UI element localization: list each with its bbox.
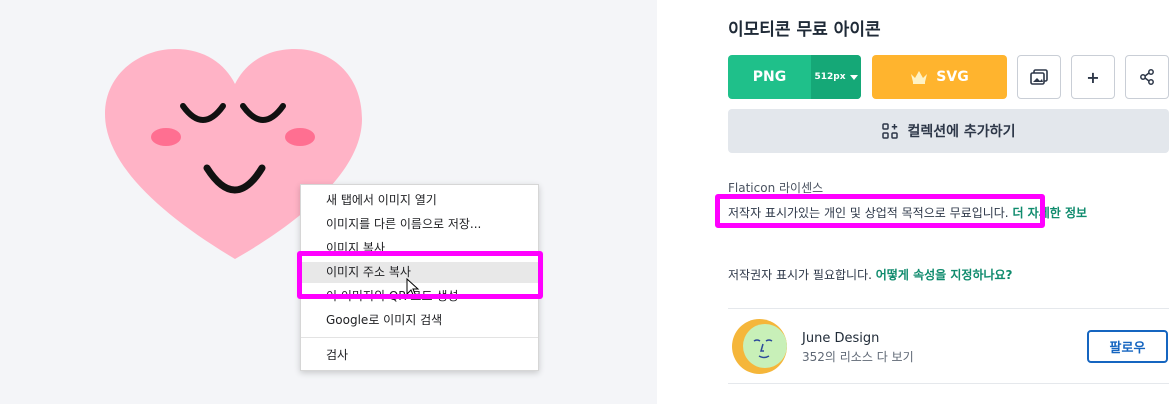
png-size-dropdown[interactable]: 512px [811, 55, 861, 99]
menu-item-open-image-new-tab[interactable]: 새 탭에서 이미지 열기 [301, 190, 538, 211]
menu-separator [301, 337, 538, 338]
follow-button[interactable]: 팔로우 [1087, 330, 1168, 363]
divider-bottom [728, 383, 1169, 384]
divider-top [728, 308, 1169, 309]
plus-icon: + [1086, 67, 1100, 87]
right-cheek [285, 128, 315, 146]
svg-download-button[interactable]: SVG [872, 55, 1007, 99]
png-size-label: 512px [814, 72, 846, 82]
highlight-box-license [715, 194, 1045, 228]
attribution-how-link[interactable]: 어떻게 속성을 지정하나요? [876, 268, 1013, 282]
share-icon [1140, 69, 1154, 85]
svg-label: SVG [936, 69, 969, 85]
attribution-notice: 저작권자 표시가 필요합니다. 어떻게 속성을 지정하나요? [728, 266, 1013, 283]
attribution-text: 저작권자 표시가 필요합니다. [728, 268, 872, 282]
page-title: 이모티콘 무료 아이콘 [728, 20, 881, 40]
author-avatar[interactable] [732, 319, 787, 374]
menu-item-search-google[interactable]: Google로 이미지 검색 [301, 310, 538, 331]
add-to-collection-button[interactable]: 컬렉션에 추가하기 [728, 109, 1169, 153]
png-label: PNG [752, 69, 787, 85]
collection-add-icon [881, 123, 898, 139]
menu-item-save-image-as[interactable]: 이미지를 다른 이름으로 저장... [301, 214, 538, 235]
left-cheek [151, 128, 181, 146]
menu-item-inspect[interactable]: 검사 [301, 345, 538, 366]
author-name[interactable]: June Design [802, 331, 879, 346]
add-button[interactable]: + [1071, 55, 1115, 99]
share-button[interactable] [1125, 55, 1169, 99]
chevron-down-icon [849, 74, 858, 80]
png-download-button[interactable]: PNG 512px [728, 55, 861, 99]
author-resources-link[interactable]: 352의 리소스 다 보기 [802, 348, 914, 365]
collection-label: 컬렉션에 추가하기 [907, 124, 1016, 140]
edit-image-button[interactable] [1017, 55, 1061, 99]
crown-icon [911, 71, 928, 84]
highlight-box-menu [297, 251, 543, 299]
image-gallery-icon [1030, 69, 1048, 85]
